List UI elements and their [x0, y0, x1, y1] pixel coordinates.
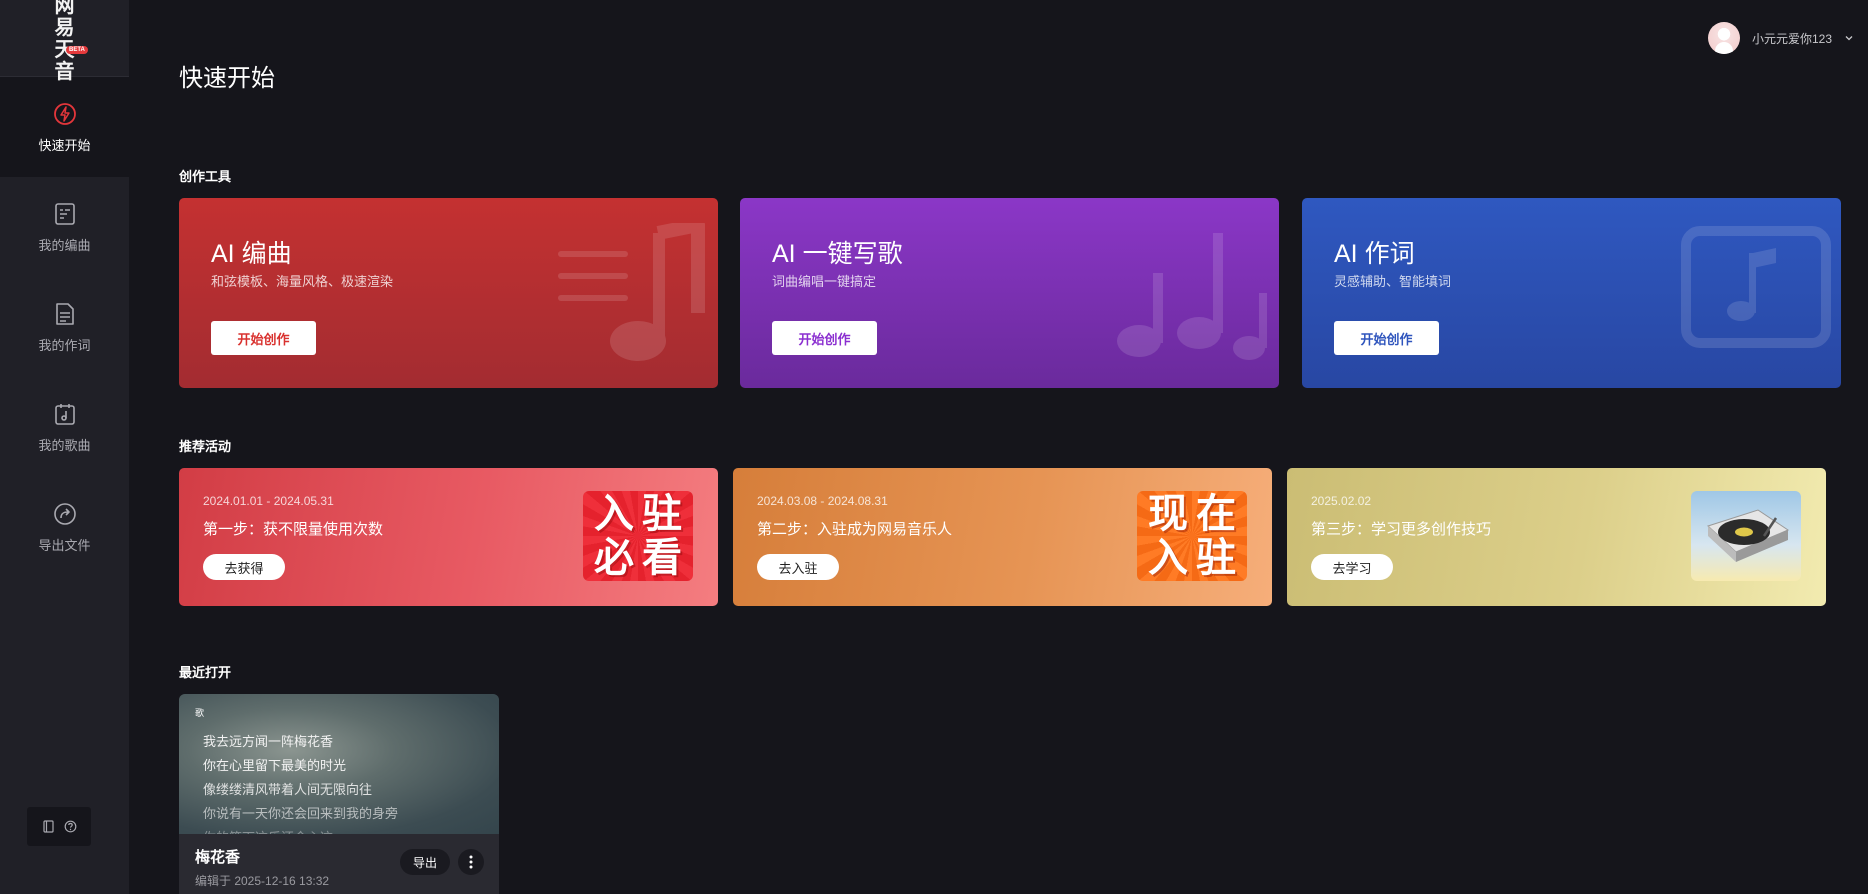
activity-card-3[interactable]: 2025.02.02 第三步：学习更多创作技巧 去学习 [1287, 468, 1826, 606]
edited-time: 编辑于 2025-12-16 13:32 [195, 874, 330, 888]
user-menu[interactable]: 小元元爱你123 [1707, 22, 1854, 54]
project-name: 梅花香 [195, 849, 241, 866]
image-char: 在 [1196, 492, 1236, 536]
activity-image: 现在入驻 [1137, 491, 1247, 581]
sidebar-item-my-lyrics[interactable]: 我的作词 [0, 277, 129, 377]
start-create-button[interactable]: 开始创作 [211, 321, 316, 355]
image-char: 驻 [642, 492, 682, 536]
image-char: 必 [594, 536, 634, 580]
logo-text: 网易天音 [54, 0, 75, 83]
section-title-recent: 最近打开 [179, 665, 232, 680]
activity-image: 入驻必看 [583, 491, 693, 581]
chevron-down-icon[interactable] [1844, 33, 1854, 43]
recent-project-card[interactable]: 歌 我去远方闻一阵梅花香 你在心里留下最美的时光 像缕缕清风带着人间无限向往 你… [179, 694, 499, 894]
song-tag: 歌 [195, 708, 205, 718]
recent-info: 梅花香 编辑于 2025-12-16 13:32 导出 [179, 834, 499, 894]
image-char: 入 [1148, 536, 1188, 580]
lyric-line: 我去远方闻一阵梅花香 [203, 734, 334, 749]
section-title-activities: 推荐活动 [179, 439, 232, 454]
image-char: 驻 [1196, 536, 1236, 580]
avatar[interactable] [1707, 22, 1740, 54]
sidebar-item-exported-files[interactable]: 导出文件 [0, 477, 129, 577]
tool-card-ai-arrangement[interactable]: AI 编曲 和弦模板、海量风格、极速渲染 开始创作 [179, 198, 718, 388]
document-icon [55, 302, 74, 325]
sidebar: 网易天音 BETA 快速开始 我的编曲 我的作词 我的歌曲 导出文件 [0, 0, 129, 894]
sidebar-item-label: 我的编曲 [38, 237, 91, 253]
tool-subtitle: 词曲编唱一键搞定 [772, 274, 877, 289]
music-note-icon [558, 223, 705, 361]
book-icon[interactable] [42, 820, 55, 833]
username[interactable]: 小元元爱你123 [1752, 30, 1832, 47]
activity-date: 2025.02.02 [1311, 494, 1372, 508]
image-char: 现 [1148, 492, 1188, 536]
sidebar-item-label: 导出文件 [38, 537, 91, 553]
section-title-tools: 创作工具 [179, 169, 232, 184]
sidebar-item-my-arrangements[interactable]: 我的编曲 [0, 177, 129, 277]
tool-title: AI 作词 [1334, 240, 1415, 268]
activity-card-2[interactable]: 2024.03.08 - 2024.08.31 第二步：入驻成为网易音乐人 去入… [733, 468, 1272, 606]
tool-card-ai-song[interactable]: AI 一键写歌 词曲编唱一键搞定 开始创作 [740, 198, 1279, 388]
turntable-image [1691, 491, 1801, 581]
app-logo[interactable]: 网易天音 BETA [0, 0, 129, 82]
lightning-icon [53, 102, 76, 125]
lyric-line: 你的笑下这乐还会心这 [203, 826, 398, 834]
sidebar-item-quick-start[interactable]: 快速开始 [0, 77, 129, 177]
sidebar-item-label: 我的歌曲 [38, 437, 91, 453]
lyrics-frame-icon [1681, 226, 1831, 348]
tool-card-ai-lyrics[interactable]: AI 作词 灵感辅助、智能填词 开始创作 [1302, 198, 1841, 388]
activity-date: 2024.03.08 - 2024.08.31 [757, 494, 888, 508]
activity-title: 第二步：入驻成为网易音乐人 [757, 521, 953, 538]
arrangement-icon [54, 202, 75, 225]
turntable-icon [1707, 509, 1790, 562]
song-file-icon [54, 403, 75, 425]
start-create-button[interactable]: 开始创作 [772, 321, 877, 355]
sidebar-item-label: 快速开始 [38, 137, 91, 153]
start-create-button[interactable]: 开始创作 [1334, 321, 1439, 355]
share-icon [53, 502, 76, 525]
lyrics-preview: 歌 我去远方闻一阵梅花香 你在心里留下最美的时光 像缕缕清风带着人间无限向往 你… [179, 694, 499, 834]
get-button[interactable]: 去获得 [203, 554, 285, 580]
help-icon[interactable] [64, 820, 77, 833]
image-char: 入 [594, 492, 634, 536]
help-tools [27, 807, 91, 846]
tool-title: AI 一键写歌 [772, 240, 903, 268]
more-options-button[interactable] [458, 849, 484, 875]
lyric-line: 你在心里留下最美的时光 [203, 758, 347, 773]
more-vertical-icon [469, 855, 473, 869]
lyrics-list: 我去远方闻一阵梅花香 你在心里留下最美的时光 像缕缕清风带着人间无限向往 你说有… [203, 730, 398, 834]
page-title: 快速开始 [179, 65, 275, 92]
activity-date: 2024.01.01 - 2024.05.31 [203, 494, 334, 508]
lyric-line: 像缕缕清风带着人间无限向往 [203, 782, 373, 797]
join-button[interactable]: 去入驻 [757, 554, 839, 580]
activity-title: 第三步：学习更多创作技巧 [1311, 521, 1492, 538]
tool-title: AI 编曲 [211, 240, 292, 268]
image-char: 看 [642, 536, 682, 580]
activity-card-1[interactable]: 2024.01.01 - 2024.05.31 第一步：获不限量使用次数 去获得… [179, 468, 718, 606]
tool-subtitle: 灵感辅助、智能填词 [1334, 274, 1452, 289]
lyric-line: 你说有一天你还会回来到我的身旁 [203, 806, 399, 821]
sidebar-item-label: 我的作词 [38, 337, 91, 353]
learn-button[interactable]: 去学习 [1311, 554, 1393, 580]
export-button[interactable]: 导出 [400, 849, 450, 875]
beta-badge: BETA [66, 46, 88, 54]
activity-title: 第一步：获不限量使用次数 [203, 521, 384, 538]
music-notes-icon [1117, 233, 1267, 360]
sidebar-item-my-songs[interactable]: 我的歌曲 [0, 377, 129, 477]
tool-subtitle: 和弦模板、海量风格、极速渲染 [211, 274, 394, 289]
